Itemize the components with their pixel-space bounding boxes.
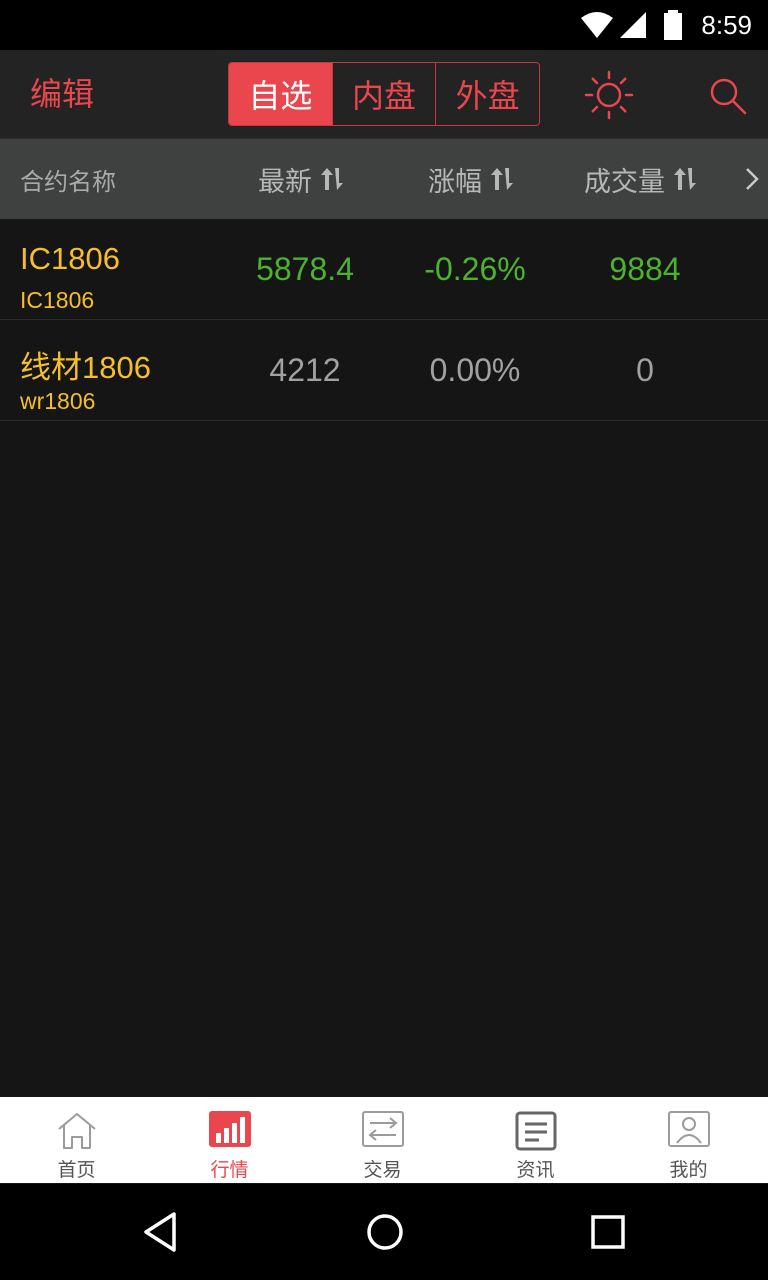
tab-trade[interactable]: 交易 xyxy=(306,1097,459,1183)
wifi-icon xyxy=(581,12,613,38)
change-percent: 0.00% xyxy=(429,352,521,388)
quote-list: IC1806 IC1806 5878.4 -0.26% 9884 线材1806 … xyxy=(0,219,768,421)
last-price: 5878.4 xyxy=(256,251,354,287)
tab-news[interactable]: 资讯 xyxy=(459,1097,612,1183)
sort-icon xyxy=(321,168,343,190)
back-icon[interactable] xyxy=(138,1208,182,1256)
contract-code: IC1806 xyxy=(20,287,95,313)
tab-watchlist[interactable]: 自选 xyxy=(229,63,332,125)
tab-domestic[interactable]: 内盘 xyxy=(331,63,436,125)
system-navigation-bar xyxy=(0,1184,768,1280)
tab-market[interactable]: 行情 xyxy=(153,1097,306,1183)
battery-icon xyxy=(664,10,682,40)
table-row[interactable]: IC1806 IC1806 5878.4 -0.26% 9884 xyxy=(0,219,768,320)
contract-name: IC1806 xyxy=(20,241,120,276)
sort-icon xyxy=(674,168,696,190)
edit-button[interactable]: 编辑 xyxy=(30,74,94,114)
cell-signal-icon xyxy=(620,12,646,38)
news-icon xyxy=(515,1111,557,1151)
contract-code: wr1806 xyxy=(20,388,96,414)
column-header-volume[interactable]: 成交量 xyxy=(584,139,697,219)
table-row[interactable]: 线材1806 wr1806 4212 0.00% 0 xyxy=(0,320,768,421)
scroll-right-button[interactable] xyxy=(744,139,760,219)
tab-profile[interactable]: 我的 xyxy=(612,1097,765,1183)
market-chart-icon xyxy=(209,1111,251,1147)
table-header: 合约名称 最新 涨幅 成交量 xyxy=(0,139,768,219)
brightness-icon[interactable] xyxy=(584,70,634,120)
home-circle-icon[interactable] xyxy=(362,1208,408,1256)
status-bar: 8:59 xyxy=(0,0,768,50)
search-icon[interactable] xyxy=(708,76,748,116)
contract-name: 线材1806 xyxy=(20,350,151,385)
trade-exchange-icon xyxy=(362,1111,404,1147)
change-percent: -0.26% xyxy=(424,251,526,287)
volume: 0 xyxy=(636,352,654,388)
home-icon xyxy=(58,1113,96,1149)
sort-icon xyxy=(491,168,513,190)
recents-icon[interactable] xyxy=(586,1208,630,1256)
clock: 8:59 xyxy=(701,10,752,40)
chevron-right-icon xyxy=(746,168,759,190)
tab-foreign[interactable]: 外盘 xyxy=(435,63,539,125)
app-bar: 编辑 自选 内盘 外盘 xyxy=(0,50,768,139)
column-header-last[interactable]: 最新 xyxy=(258,139,344,219)
tab-home[interactable]: 首页 xyxy=(0,1097,153,1183)
bottom-tab-bar: 首页 行情 交易 资讯 我的 xyxy=(0,1097,768,1183)
last-price: 4212 xyxy=(269,352,341,388)
column-header-name: 合约名称 xyxy=(20,167,116,196)
profile-icon xyxy=(668,1111,710,1147)
column-header-change[interactable]: 涨幅 xyxy=(428,139,514,219)
market-segment-control: 自选 内盘 外盘 xyxy=(228,62,540,126)
volume: 9884 xyxy=(609,251,681,287)
